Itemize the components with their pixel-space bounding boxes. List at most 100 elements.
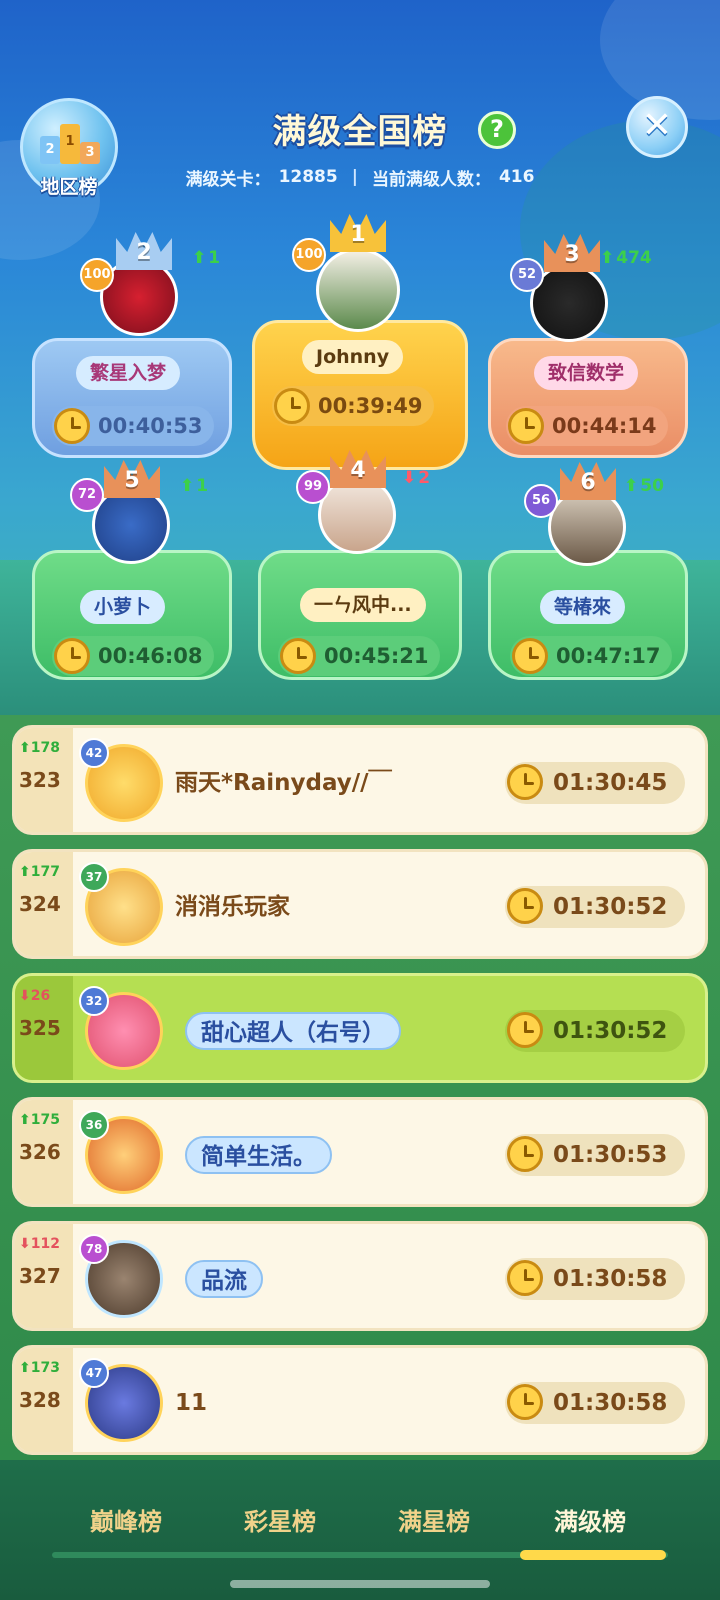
rank-change: ⬇ 2 [402,468,431,488]
rank-change: ⬆ 50 [624,476,664,496]
up-arrow-icon: ⬆ [600,248,615,268]
tab-full-level[interactable]: 满级榜 [530,1502,650,1537]
player-name: 一ㄣ风中... [300,588,426,622]
time-pill: 00:40:53 [52,406,215,446]
leaderboard-screen: 2 1 3 地区榜 满级全国榜 ? ✕ 满级关卡： 12885 | 当前满级人数：… [0,0,720,1600]
time-pill: 01:30:52 [505,1010,685,1052]
time-pill: 01:30:53 [505,1134,685,1176]
player-name: 品流 [185,1260,263,1298]
help-icon[interactable]: ? [478,111,516,149]
list-item[interactable]: ⬇112 327 78 品流 01:30:58 [12,1221,708,1331]
up-arrow-icon: ⬆ [19,1112,31,1128]
level-badge: 36 [79,1110,109,1140]
player-name: 雨天*Rainyday//￣ [175,770,392,796]
list-item[interactable]: ⬆178 323 42 雨天*Rainyday//￣ 01:30:45 [12,725,708,835]
time-pill: 01:30:58 [505,1382,685,1424]
time-pill: 00:47:17 [510,636,673,676]
list-item-current-player[interactable]: ⬇26 325 32 甜心超人（右号） 01:30:52 [12,973,708,1083]
clock-icon [280,638,316,674]
level-badge: 56 [524,484,558,518]
level-badge: 32 [79,986,109,1016]
time-pill: 00:44:14 [506,406,669,446]
up-arrow-icon: ⬆ [19,864,31,880]
player-name: 简单生活。 [185,1136,332,1174]
close-icon: ✕ [641,105,673,146]
up-arrow-icon: ⬆ [180,476,195,496]
rank-change: ⬆178 [19,740,60,756]
down-arrow-icon: ⬇ [402,468,417,488]
region-leaderboard-button[interactable]: 2 1 3 地区榜 [20,98,118,202]
crown-rank: 2 [136,240,152,265]
player-name: Johnny [302,340,404,374]
rank-number: 328 [19,1388,61,1412]
stats-players-label: 当前满级人数： [371,169,491,190]
clock-icon [507,888,543,924]
page-title: 满级全国榜 [272,112,448,152]
time-pill: 01:30:58 [505,1258,685,1300]
time-pill: 00:46:08 [52,636,215,676]
clock-icon [54,638,90,674]
level-badge: 100 [292,238,326,272]
level-badge: 78 [79,1234,109,1264]
rank-change: ⬆ 474 [600,248,652,268]
clock-icon [507,1012,543,1048]
time-pill: 01:30:45 [505,762,685,804]
tab-colorful-star[interactable]: 彩星榜 [220,1502,340,1537]
up-arrow-icon: ⬆ [624,476,639,496]
tab-full-star[interactable]: 满星榜 [374,1502,494,1537]
tab-peak[interactable]: 巅峰榜 [66,1502,186,1537]
rank-number: 325 [19,1016,61,1040]
clock-icon [507,1260,543,1296]
stats-divider: | [351,167,358,187]
clock-icon [507,1136,543,1172]
list-item[interactable]: ⬆173 328 47 11 01:30:58 [12,1345,708,1455]
player-name: 11 [175,1390,208,1416]
level-badge: 42 [79,738,109,768]
crown-rank: 1 [350,222,366,247]
time-pill: 00:45:21 [278,636,441,676]
level-badge: 72 [70,478,104,512]
list-item[interactable]: ⬆177 324 37 消消乐玩家 01:30:52 [12,849,708,959]
time-pill: 00:39:49 [272,386,435,426]
stats-bar: 满级关卡： 12885 | 当前满级人数： 416 [180,164,540,190]
list-item[interactable]: ⬆175 326 36 简单生活。 01:30:53 [12,1097,708,1207]
player-name: 小萝卜 [80,590,166,624]
crown-rank: 3 [564,242,580,267]
down-arrow-icon: ⬇ [19,988,31,1004]
rank-change: ⬆ 1 [192,248,221,268]
avatar[interactable] [316,248,400,332]
close-button[interactable]: ✕ [626,96,688,158]
crown-rank: 6 [580,470,596,495]
clock-icon [54,408,90,444]
stats-players-value: 416 [498,167,535,187]
level-badge: 100 [80,258,114,292]
up-arrow-icon: ⬆ [192,248,207,268]
tab-bar: 巅峰榜 彩星榜 满星榜 满级榜 [0,1460,720,1600]
clock-icon [512,638,548,674]
home-indicator [230,1580,490,1588]
clock-icon [274,388,310,424]
rank-change: ⬆177 [19,864,60,880]
rank-change: ⬆ 1 [180,476,209,496]
clock-icon [508,408,544,444]
ranking-list[interactable]: ⬆178 323 42 雨天*Rainyday//￣ 01:30:45 ⬆177… [0,715,720,1460]
podium-blocks-icon: 2 1 3 [40,124,100,164]
active-tab-indicator [520,1550,666,1560]
player-name: 致信数学 [534,356,639,390]
down-arrow-icon: ⬇ [19,1236,31,1252]
level-badge: 47 [79,1358,109,1388]
crown-rank: 5 [124,468,140,493]
level-badge: 99 [296,470,330,504]
region-button-label: 地区榜 [40,176,98,198]
stats-level-value: 12885 [278,167,338,187]
clock-icon [507,1384,543,1420]
level-badge: 37 [79,862,109,892]
stats-level-label: 满级关卡： [185,169,271,190]
level-badge: 52 [510,258,544,292]
rank-change: ⬇26 [19,988,51,1004]
player-name: 消消乐玩家 [175,894,290,920]
rank-number: 324 [19,892,61,916]
clock-icon [507,764,543,800]
player-name: 甜心超人（右号） [185,1012,401,1050]
rank-change: ⬆173 [19,1360,60,1376]
